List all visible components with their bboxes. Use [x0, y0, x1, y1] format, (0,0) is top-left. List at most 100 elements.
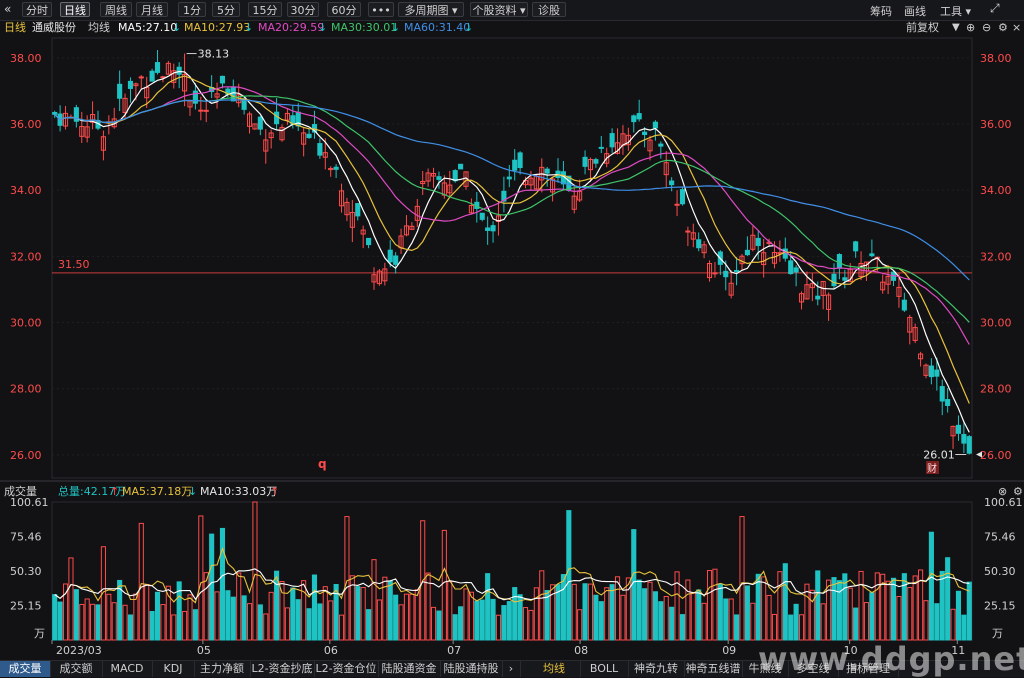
candle-body [593, 159, 599, 164]
volume-bar [890, 577, 897, 641]
volume-bar [144, 584, 150, 641]
volume-y-tick-left: 100.61 [10, 496, 49, 509]
y-tick-label-left: 30.00 [10, 317, 42, 330]
indicator-tab-3[interactable]: KDJ [152, 661, 195, 677]
volume-bar [52, 594, 58, 641]
volume-bar [679, 614, 686, 641]
candle-body [842, 277, 848, 281]
candle-body [149, 70, 155, 82]
volume-bar [712, 568, 718, 641]
volume-bar [403, 593, 410, 641]
indicator-tab-10[interactable]: BOLL [580, 661, 629, 677]
volume-bar [441, 529, 447, 641]
volume-bar [263, 613, 269, 641]
volume-bar [647, 581, 653, 641]
volume-bar [495, 614, 502, 641]
candle-body [966, 436, 972, 454]
volume-bar [858, 570, 864, 641]
candle-body [679, 189, 686, 205]
volume-bar [371, 559, 377, 641]
volume-bar [782, 563, 788, 641]
candle-body [961, 434, 967, 444]
indicator-tab-4[interactable]: 主力净额 [194, 661, 251, 677]
candle-body [955, 424, 962, 434]
x-tick-label: 05 [197, 644, 211, 657]
volume-bar [522, 607, 529, 641]
candle-body [853, 241, 859, 252]
volume-bar [328, 600, 334, 641]
volume-bar [696, 589, 702, 641]
indicator-tab-0[interactable]: 成交量 [0, 661, 51, 677]
indicator-tab-11[interactable]: 神奇九转 [628, 661, 685, 677]
y-tick-label-right: 34.00 [980, 184, 1012, 197]
volume-bar [739, 516, 745, 641]
volume-bar [674, 571, 680, 641]
volume-bar [896, 595, 902, 641]
indicator-tab-7[interactable]: 陆股通资金 [378, 661, 441, 677]
volume-bar [566, 510, 572, 641]
indicator-tab-9[interactable]: 均线 [528, 661, 581, 677]
volume-bar [512, 587, 518, 641]
volume-bar [479, 599, 485, 641]
indicator-tab-5[interactable]: L2-资金抄底 [250, 661, 315, 677]
kline-chart[interactable]: 38.00 38.00 36.00 36.00 34.00 34.00 32.00 32.00… [0, 0, 1024, 676]
volume-bar [836, 580, 842, 641]
candle-body [257, 116, 263, 130]
volume-bar [160, 604, 166, 641]
x-tick-label: 2023/03 [56, 644, 102, 657]
candle-body [642, 131, 648, 136]
volume-bar [571, 583, 577, 641]
y-tick-label-right: 26.00 [980, 449, 1012, 462]
volume-bar [874, 572, 880, 641]
indicator-tab-1[interactable]: 成交额 [50, 661, 103, 677]
volume-bar [955, 590, 962, 641]
volume-bar [560, 574, 566, 641]
volume-bar [809, 589, 815, 641]
volume-bar [620, 594, 626, 641]
candle-body [669, 180, 675, 186]
volume-bar [771, 613, 778, 641]
volume-bar [528, 609, 534, 641]
candle-body [317, 143, 323, 156]
candle-body [582, 156, 588, 167]
indicator-tab-12[interactable]: 神奇五线谱 [684, 661, 743, 677]
volume-bar [306, 608, 312, 641]
watermark: www.ddgp.net [758, 640, 1024, 678]
volume-bar [685, 579, 691, 641]
y-tick-label-right: 28.00 [980, 383, 1012, 396]
volume-bar [241, 595, 247, 641]
candle-body [674, 203, 680, 206]
candle-body [869, 253, 875, 257]
y-tick-label-left: 36.00 [10, 118, 42, 131]
volume-bar [376, 599, 382, 641]
candle-body [52, 112, 58, 115]
volume-bar [62, 583, 69, 641]
candle-body [934, 369, 940, 377]
candle-body [712, 272, 718, 275]
volume-bar [430, 606, 437, 641]
volume-y-tick-left: 25.15 [10, 600, 42, 613]
volume-y-tick-left: 万 [34, 627, 45, 640]
volume-bar [257, 604, 263, 641]
volume-bar [723, 598, 729, 641]
tab-scroll-right-icon[interactable]: › [502, 661, 521, 677]
volume-bar [149, 610, 155, 641]
volume-bar [209, 533, 215, 641]
candle-body [138, 76, 144, 79]
volume-bar [506, 601, 512, 641]
candle-body [387, 249, 393, 263]
volume-bar [614, 576, 621, 641]
volume-bar [73, 589, 79, 641]
candle-body [652, 121, 658, 129]
volume-bar [744, 585, 750, 641]
indicator-tab-6[interactable]: L2-资金仓位 [314, 661, 379, 677]
candle-body [479, 212, 485, 220]
indicator-tab-8[interactable]: 陆股通持股 [440, 661, 503, 677]
volume-bar [246, 603, 253, 641]
indicator-tab-2[interactable]: MACD [102, 661, 153, 677]
volume-bar [138, 522, 144, 641]
volume-bar [793, 603, 799, 641]
last-price-pointer-icon [976, 451, 982, 458]
volume-bar [717, 583, 723, 641]
candle-body [458, 163, 464, 170]
